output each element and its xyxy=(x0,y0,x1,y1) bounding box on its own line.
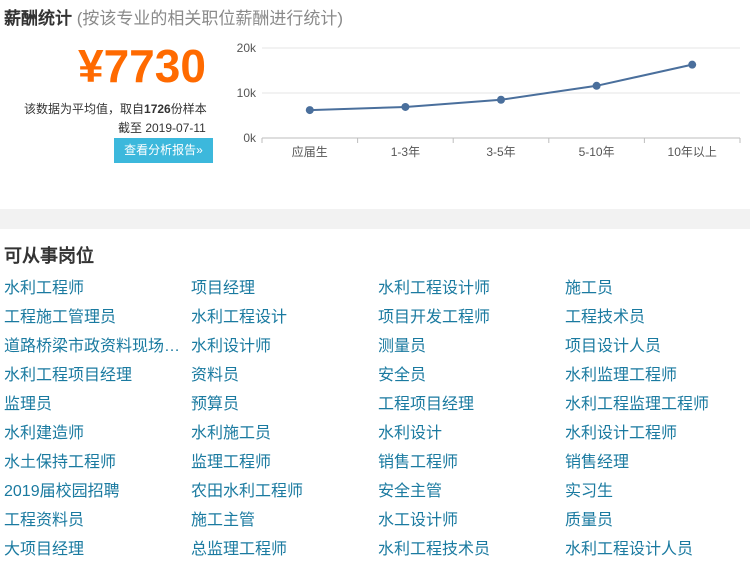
job-link[interactable]: 水利监理工程师 xyxy=(565,361,750,390)
job-link[interactable]: 水利施工员 xyxy=(191,419,378,448)
job-link[interactable]: 项目经理 xyxy=(191,274,378,303)
sample-count: 1726 xyxy=(144,102,171,116)
job-link[interactable]: 水利工程技术员 xyxy=(378,535,565,562)
job-link[interactable]: 预算员 xyxy=(191,390,378,419)
job-link[interactable]: 施工员 xyxy=(565,274,750,303)
y-tick-label: 10k xyxy=(237,86,257,100)
job-link[interactable]: 水利工程监理工程师 xyxy=(565,390,750,419)
job-link[interactable]: 施工主管 xyxy=(191,506,378,535)
job-link[interactable]: 安全员 xyxy=(378,361,565,390)
job-link[interactable]: 水利设计工程师 xyxy=(565,419,750,448)
job-link[interactable]: 销售经理 xyxy=(565,448,750,477)
job-link[interactable]: 水利建造师 xyxy=(4,419,191,448)
chart-y-ticks: 0k 10k 20k xyxy=(237,41,257,145)
job-link[interactable]: 水利设计师 xyxy=(191,332,378,361)
y-tick-label: 20k xyxy=(237,41,257,55)
job-link[interactable]: 监理员 xyxy=(4,390,191,419)
job-link[interactable]: 工程施工管理员 xyxy=(4,303,191,332)
job-link[interactable]: 水利设计 xyxy=(378,419,565,448)
job-link[interactable]: 质量员 xyxy=(565,506,750,535)
chart-x-ticks: 应届生 1-3年 3-5年 5-10年 10年以上 xyxy=(261,138,741,159)
note-suffix: 份样本 xyxy=(170,102,207,116)
data-point[interactable] xyxy=(401,102,410,111)
job-link[interactable]: 工程项目经理 xyxy=(378,390,565,419)
average-salary-value: ¥7730 xyxy=(78,40,206,92)
job-link[interactable]: 资料员 xyxy=(191,361,378,390)
job-link[interactable]: 项目开发工程师 xyxy=(378,303,565,332)
view-report-button[interactable]: 查看分析报告» xyxy=(114,138,213,163)
job-link[interactable]: 监理工程师 xyxy=(191,448,378,477)
job-link[interactable]: 工程技术员 xyxy=(565,303,750,332)
x-tick-label: 1-3年 xyxy=(391,145,420,159)
job-link[interactable]: 大项目经理 xyxy=(4,535,191,562)
job-link[interactable]: 工程资料员 xyxy=(4,506,191,535)
salary-title: 薪酬统计 xyxy=(4,9,72,28)
job-link[interactable]: 农田水利工程师 xyxy=(191,477,378,506)
data-point[interactable] xyxy=(497,95,505,104)
x-tick-label: 3-5年 xyxy=(486,145,515,159)
job-link[interactable]: 安全主管 xyxy=(378,477,565,506)
note-prefix: 该数据为平均值，取自 xyxy=(24,102,145,116)
job-link[interactable]: 销售工程师 xyxy=(378,448,565,477)
chart-series xyxy=(305,60,697,115)
job-link[interactable]: 水利工程师 xyxy=(4,274,191,303)
section-divider xyxy=(0,209,750,229)
job-link[interactable]: 测量员 xyxy=(378,332,565,361)
x-tick-label: 5-10年 xyxy=(579,145,615,159)
salary-subtitle: (按该专业的相关职位薪酬进行统计) xyxy=(76,9,344,28)
job-link[interactable]: 水利工程设计 xyxy=(191,303,378,332)
y-tick-label: 0k xyxy=(243,131,257,145)
jobs-grid: 水利工程师 项目经理 水利工程设计师 施工员 工程施工管理员 水利工程设计 项目开发工程师工… xyxy=(4,274,750,562)
job-link[interactable]: 2019届校园招聘 xyxy=(4,477,191,506)
job-link[interactable]: 水土保持工程师 xyxy=(4,448,191,477)
chart-grid xyxy=(262,47,740,139)
x-tick-label: 10年以上 xyxy=(668,145,717,159)
job-link[interactable]: 项目设计人员 xyxy=(565,332,750,361)
job-link[interactable]: 水利工程项目经理 xyxy=(4,361,191,390)
salary-section-header: 薪酬统计 (按该专业的相关职位薪酬进行统计) xyxy=(4,4,343,29)
jobs-section-title: 可从事岗位 xyxy=(4,246,94,266)
job-link[interactable]: 水工设计师 xyxy=(378,506,565,535)
salary-line-chart: 0k 10k 20k 应届生 1-3年 3-5年 5-10年 10年以上 xyxy=(237,41,741,159)
job-link[interactable]: 水利工程设计师 xyxy=(378,274,565,303)
data-point[interactable] xyxy=(688,60,697,69)
job-link[interactable]: 总监理工程师 xyxy=(191,535,378,562)
data-point[interactable] xyxy=(592,81,601,90)
x-tick-label: 应届生 xyxy=(292,144,328,159)
salary-date-line: 截至 2019-07-11 xyxy=(118,121,206,135)
data-point[interactable] xyxy=(305,106,314,115)
salary-sample-note: 该数据为平均值，取自1726份样本 xyxy=(24,100,207,117)
job-link[interactable]: 实习生 xyxy=(565,477,750,506)
job-link[interactable]: 道路桥梁市政资料现场技术员 xyxy=(4,332,191,361)
job-link[interactable]: 水利工程设计人员 xyxy=(565,535,750,562)
